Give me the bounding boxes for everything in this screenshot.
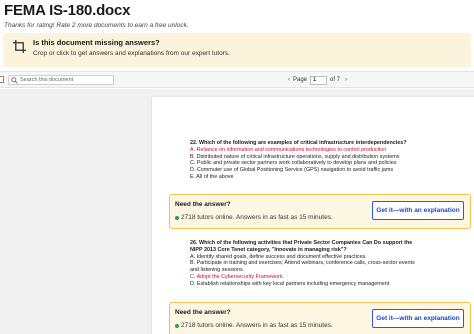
next-page-icon[interactable]: › — [345, 77, 347, 83]
previous-page-icon[interactable]: ‹ — [288, 77, 290, 83]
document-toolbar: ‹ Page of 7 › — [0, 71, 474, 88]
tutors-online-label: 2718 tutors online. Answers in as fast a… — [181, 214, 333, 221]
option-b: B. Distributed nature of critical infras… — [190, 153, 400, 160]
question-title: 22. Which of the following are examples … — [190, 140, 407, 146]
document-title: FEMA IS-180.docx — [4, 2, 131, 19]
sidebar-toggle[interactable] — [0, 76, 4, 83]
banner-subtitle: Crop or click to get answers and explana… — [33, 50, 230, 57]
question-22: 22. Which of the following are examples … — [190, 140, 445, 181]
page-navigation: ‹ Page of 7 › — [288, 75, 347, 85]
online-dot-icon — [175, 215, 179, 220]
question-title-line2: NIPP 2013 Core Tenet category, "Innovate… — [190, 246, 347, 253]
banner-title: Is this document missing answers? — [33, 38, 160, 47]
page-label: Page — [293, 77, 308, 83]
option-a: A. Identify shared goals, define success… — [190, 253, 367, 260]
cta-title: Need the answer? — [175, 201, 231, 208]
rating-thanks-message: Thanks for rating! Rate 2 more documents… — [4, 22, 189, 29]
document-page: 22. Which of the following are examples … — [152, 97, 474, 334]
search-icon — [11, 77, 18, 84]
get-explanation-button[interactable]: Get it—with an explanation — [372, 309, 464, 328]
option-b-continued: and listening sessions. — [190, 267, 245, 274]
option-c: C. Adopt the Cybersecurity Framework. — [190, 273, 285, 280]
get-explanation-button[interactable]: Get it—with an explanation — [372, 201, 464, 220]
option-c: C. Public and private sector partners wo… — [190, 160, 397, 167]
tutors-online-text: 2718 tutors online. Answers in as fast a… — [175, 322, 333, 329]
option-d: D. Establish relationships with key loca… — [190, 280, 390, 287]
option-d: D. Commuter use of Global Positioning Se… — [190, 167, 394, 174]
online-dot-icon — [175, 323, 179, 328]
cta-title: Need the answer? — [175, 309, 231, 316]
option-e: E. All of the above — [190, 173, 234, 180]
page-total: of 7 — [330, 77, 341, 83]
tutors-online-label: 2718 tutors online. Answers in as fast a… — [181, 322, 333, 329]
answer-cta-card: Need the answer? 2718 tutors online. Ans… — [169, 194, 471, 229]
option-a: A. Reliance on information and communica… — [190, 146, 387, 153]
crop-icon — [13, 40, 26, 53]
option-b: B. Participate in training and exercises… — [190, 260, 415, 267]
question-26: 26. Which of the following activities th… — [190, 240, 445, 288]
page-number-input[interactable] — [310, 75, 328, 85]
answer-cta-card: Need the answer? 2718 tutors online. Ans… — [169, 302, 471, 334]
question-title-line1: 26. Which of the following activities th… — [190, 240, 413, 246]
search-input[interactable] — [20, 76, 112, 84]
search-box[interactable] — [8, 75, 114, 85]
missing-answers-banner[interactable]: Is this document missing answers? Crop o… — [3, 33, 471, 67]
document-viewer[interactable]: 22. Which of the following are examples … — [0, 89, 474, 334]
tutors-online-text: 2718 tutors online. Answers in as fast a… — [175, 214, 333, 221]
